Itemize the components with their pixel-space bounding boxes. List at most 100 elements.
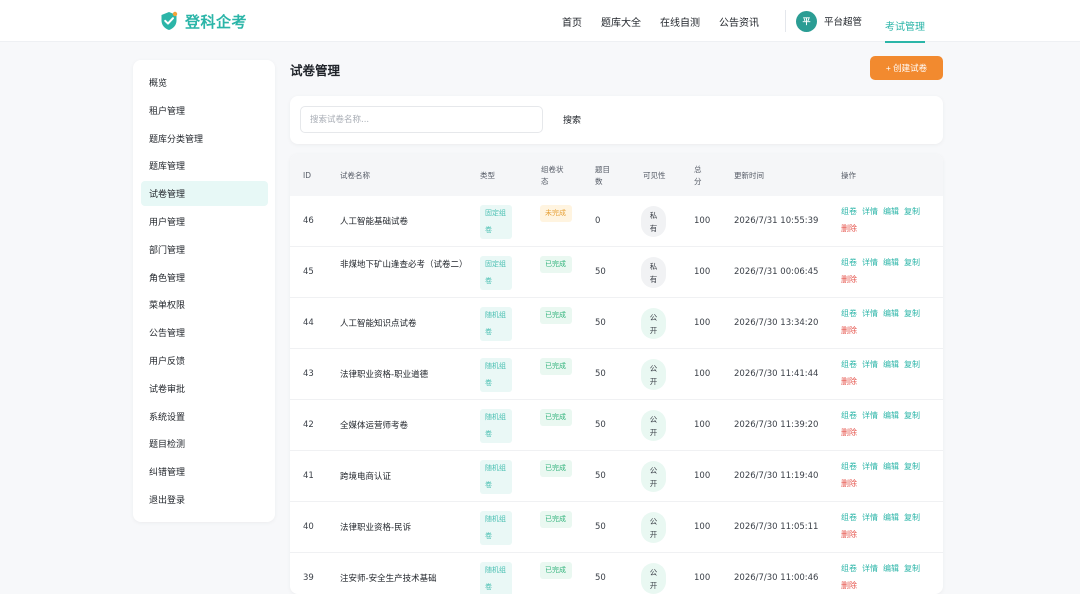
brand-name: 登科企考	[185, 12, 248, 31]
status-badge: 已完成	[540, 409, 572, 426]
sidebar-item-overview[interactable]: 概览	[141, 70, 268, 95]
delete-link[interactable]: 删除	[841, 581, 857, 590]
column-header-visibility: 可见性	[643, 171, 666, 180]
user-avatar[interactable]: 平	[796, 10, 817, 32]
page-title: 试卷管理	[290, 63, 341, 78]
edit-link[interactable]: 编辑	[883, 309, 899, 318]
detail-link[interactable]: 详情	[862, 462, 878, 471]
sidebar-item-announcements[interactable]: 公告管理	[141, 320, 268, 345]
delete-link[interactable]: 删除	[841, 479, 857, 488]
build-paper-link[interactable]: 组卷	[841, 564, 857, 573]
delete-link[interactable]: 删除	[841, 326, 857, 335]
user-name[interactable]: 平台超管	[824, 14, 862, 28]
top-navigation-bar: 登科企考 首页 题库大全 在线自测 公告资讯 平 平台超管 考试管理	[0, 0, 1080, 43]
sidebar-item-departments[interactable]: 部门管理	[141, 237, 268, 262]
edit-link[interactable]: 编辑	[883, 411, 899, 420]
copy-link[interactable]: 复制	[904, 360, 920, 369]
visibility-badge: 私有	[641, 257, 666, 288]
sidebar-item-error-correction[interactable]: 纠错管理	[141, 459, 268, 484]
sidebar-item-roles[interactable]: 角色管理	[141, 265, 268, 290]
nav-link-self-test[interactable]: 在线自测	[660, 14, 700, 29]
nav-link-announcements[interactable]: 公告资讯	[719, 14, 759, 29]
cell-id: 40	[303, 522, 314, 532]
edit-link[interactable]: 编辑	[883, 564, 899, 573]
sidebar-item-menu-permissions[interactable]: 菜单权限	[141, 292, 268, 317]
cell-total-score: 100	[694, 216, 711, 226]
copy-link[interactable]: 复制	[904, 411, 920, 420]
row-actions: 组卷 详情 编辑 复制删除	[841, 407, 941, 441]
build-paper-link[interactable]: 组卷	[841, 360, 857, 369]
sidebar-item-tenants[interactable]: 租户管理	[141, 98, 268, 123]
detail-link[interactable]: 详情	[862, 258, 878, 267]
copy-link[interactable]: 复制	[904, 564, 920, 573]
nav-link-home[interactable]: 首页	[562, 14, 582, 29]
delete-link[interactable]: 删除	[841, 530, 857, 539]
edit-link[interactable]: 编辑	[883, 258, 899, 267]
row-actions: 组卷 详情 编辑 复制删除	[841, 509, 941, 543]
cell-paper-name: 非煤地下矿山逢查必考（试卷二）	[340, 260, 468, 270]
copy-link[interactable]: 复制	[904, 513, 920, 522]
status-badge: 已完成	[540, 358, 572, 375]
sidebar-item-feedback[interactable]: 用户反馈	[141, 348, 268, 373]
table-header: ID 试卷名称 类型 组卷状态 题目数 可见性 总分 更新时间 操作	[290, 154, 943, 196]
column-header-count: 题目数	[595, 165, 610, 186]
sidebar-item-paper-approval[interactable]: 试卷审批	[141, 376, 268, 401]
build-paper-link[interactable]: 组卷	[841, 513, 857, 522]
cell-question-count: 50	[595, 471, 606, 481]
table-row: 46 人工智能基础试卷 固定组卷 未完成 0 私有 100 2026/7/31 10:55:3…	[290, 196, 943, 247]
build-paper-link[interactable]: 组卷	[841, 309, 857, 318]
column-header-type: 类型	[480, 171, 495, 180]
brand[interactable]: 登科企考	[160, 9, 247, 33]
logout-button[interactable]: 退出登录	[141, 487, 268, 512]
detail-link[interactable]: 详情	[862, 411, 878, 420]
column-header-score: 总分	[694, 165, 702, 186]
edit-link[interactable]: 编辑	[883, 207, 899, 216]
search-button[interactable]: 搜索	[554, 109, 590, 130]
delete-link[interactable]: 删除	[841, 275, 857, 284]
sidebar-item-question-bank[interactable]: 题库管理	[141, 153, 268, 178]
detail-link[interactable]: 详情	[862, 513, 878, 522]
detail-link[interactable]: 详情	[862, 360, 878, 369]
table-row: 43 法律职业资格-职业道德 随机组卷 已完成 50 公开 100 2026/7/30 11:…	[290, 349, 943, 400]
edit-link[interactable]: 编辑	[883, 462, 899, 471]
column-header-actions: 操作	[841, 171, 856, 180]
edit-link[interactable]: 编辑	[883, 360, 899, 369]
cell-id: 41	[303, 471, 314, 481]
visibility-badge: 公开	[641, 563, 666, 594]
build-paper-link[interactable]: 组卷	[841, 207, 857, 216]
copy-link[interactable]: 复制	[904, 462, 920, 471]
detail-link[interactable]: 详情	[862, 309, 878, 318]
delete-link[interactable]: 删除	[841, 428, 857, 437]
build-paper-link[interactable]: 组卷	[841, 258, 857, 267]
copy-link[interactable]: 复制	[904, 309, 920, 318]
cell-question-count: 0	[595, 216, 601, 226]
cell-updated-time: 2026/7/30 11:41:44	[734, 369, 819, 379]
status-badge: 已完成	[540, 256, 572, 273]
detail-link[interactable]: 详情	[862, 564, 878, 573]
nav-link-exam-management[interactable]: 考试管理	[885, 4, 926, 43]
cell-total-score: 100	[694, 267, 711, 277]
sidebar-item-exam-papers[interactable]: 试卷管理	[141, 181, 268, 207]
cell-total-score: 100	[694, 420, 711, 430]
nav-link-question-bank[interactable]: 题库大全	[601, 14, 641, 29]
row-actions: 组卷 详情 编辑 复制删除	[841, 356, 941, 390]
search-input[interactable]	[300, 106, 543, 133]
create-paper-button[interactable]: + 创建试卷	[870, 56, 943, 80]
row-actions: 组卷 详情 编辑 复制删除	[841, 305, 941, 339]
build-paper-link[interactable]: 组卷	[841, 462, 857, 471]
sidebar-item-users[interactable]: 用户管理	[141, 209, 268, 234]
copy-link[interactable]: 复制	[904, 207, 920, 216]
copy-link[interactable]: 复制	[904, 258, 920, 267]
delete-link[interactable]: 删除	[841, 377, 857, 386]
cell-id: 42	[303, 420, 314, 430]
main-nav: 首页 题库大全 在线自测 公告资讯 平 平台超管 考试管理	[562, 0, 926, 43]
cell-total-score: 100	[694, 522, 711, 532]
edit-link[interactable]: 编辑	[883, 513, 899, 522]
sidebar-item-question-check[interactable]: 题目检测	[141, 431, 268, 456]
detail-link[interactable]: 详情	[862, 207, 878, 216]
delete-link[interactable]: 删除	[841, 224, 857, 233]
sidebar-item-bank-categories[interactable]: 题库分类管理	[141, 126, 268, 151]
sidebar-item-system-settings[interactable]: 系统设置	[141, 404, 268, 429]
build-paper-link[interactable]: 组卷	[841, 411, 857, 420]
cell-total-score: 100	[694, 318, 711, 328]
